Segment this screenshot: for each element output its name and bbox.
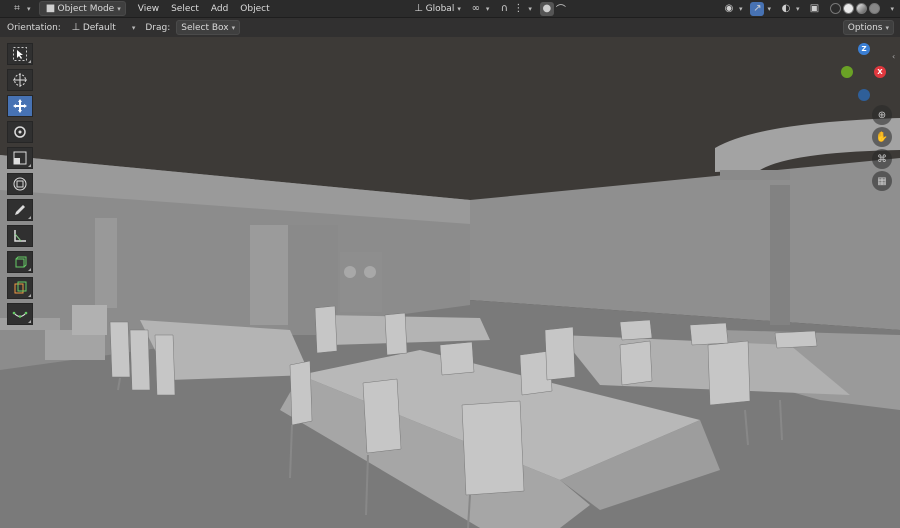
menu-select[interactable]: Select bbox=[165, 1, 205, 16]
options-dropdown[interactable]: Options ▾ bbox=[842, 20, 894, 35]
pencil-icon bbox=[15, 205, 25, 215]
rotate-tool[interactable] bbox=[7, 121, 33, 143]
measure-tool[interactable] bbox=[7, 225, 33, 247]
falloff-icon: ⌒ bbox=[555, 5, 566, 16]
link-icon: ∞ bbox=[471, 3, 481, 14]
ruler-icon bbox=[14, 230, 26, 242]
tool-shelf bbox=[7, 43, 35, 329]
drag-label: Drag: bbox=[145, 22, 171, 33]
mode-label: Object Mode bbox=[57, 3, 115, 14]
shading-modes[interactable] bbox=[825, 1, 883, 16]
add-object-tool[interactable] bbox=[7, 277, 33, 299]
rotate-icon bbox=[14, 126, 26, 138]
proportional-edit-icon: ● bbox=[539, 1, 554, 16]
move-icon bbox=[13, 99, 27, 113]
chevron-down-icon: ▾ bbox=[485, 4, 490, 13]
chevron-down-icon: ▾ bbox=[528, 4, 532, 13]
chevron-down-icon: ▾ bbox=[885, 23, 889, 32]
chevron-down-icon: ▾ bbox=[890, 4, 894, 13]
solid-shading-icon[interactable] bbox=[843, 3, 855, 14]
gizmo-toggle[interactable]: ↗ ▾ bbox=[746, 1, 775, 16]
chevron-down-icon: ▾ bbox=[231, 23, 236, 32]
overlays-icon: ◐ bbox=[781, 3, 791, 14]
add-cube-icon bbox=[15, 256, 27, 268]
gizmo-negative-z-axis[interactable] bbox=[858, 89, 870, 101]
chevron-down-icon: ▾ bbox=[131, 23, 136, 32]
snap-increment-icon: ⋮ bbox=[513, 3, 524, 14]
magnet-icon: ∩ bbox=[500, 3, 509, 14]
cursor-icon bbox=[13, 73, 27, 87]
proportional-edit-toggle[interactable]: ● ⌒ bbox=[536, 1, 572, 16]
scale-icon bbox=[13, 151, 27, 165]
menu-object[interactable]: Object bbox=[234, 1, 275, 16]
menu-view[interactable]: View bbox=[132, 1, 165, 16]
curve-tool[interactable] bbox=[7, 303, 33, 325]
menu-add[interactable]: Add bbox=[205, 1, 234, 16]
transform-tool[interactable] bbox=[7, 173, 33, 195]
extrude-icon bbox=[14, 281, 27, 294]
options-label: Options bbox=[847, 22, 883, 33]
gizmo-x-axis[interactable]: X bbox=[874, 66, 886, 78]
rendered-shading-icon[interactable] bbox=[869, 3, 881, 14]
wireframe-shading-icon[interactable] bbox=[830, 3, 842, 14]
chevron-down-icon: ▾ bbox=[117, 4, 121, 13]
zoom-icon[interactable]: ⊕ bbox=[872, 105, 892, 125]
material-shading-icon[interactable] bbox=[856, 3, 868, 14]
gizmo-y-axis[interactable] bbox=[841, 66, 853, 78]
3d-viewport[interactable]: ⌗ ▾ ■ Object Mode ▾ View Select Add Objec… bbox=[0, 0, 900, 528]
transform-icon bbox=[13, 177, 27, 191]
drag-dropdown[interactable]: Select Box ▾ bbox=[176, 20, 241, 35]
scale-tool[interactable] bbox=[7, 147, 33, 169]
transform-orientation-dropdown[interactable]: ⊥ Global ▾ bbox=[408, 1, 465, 16]
orientation-value: Global bbox=[425, 3, 455, 14]
overlays-toggle[interactable]: ◐ ▾ bbox=[775, 1, 804, 16]
gizmo-z-axis[interactable]: Z bbox=[858, 43, 870, 55]
camera-icon[interactable]: ⌘ bbox=[872, 149, 892, 169]
navigation-gizmo[interactable]: Z X bbox=[838, 43, 888, 103]
hand-icon[interactable]: ✋ bbox=[872, 127, 892, 147]
chevron-down-icon: ▾ bbox=[27, 4, 31, 13]
visibility-button[interactable]: ◉ ▾ bbox=[718, 1, 747, 16]
scene-render[interactable] bbox=[0, 0, 900, 528]
viewport-header: ⌗ ▾ ■ Object Mode ▾ View Select Add Objec… bbox=[0, 0, 900, 18]
shading-options-button[interactable]: ▾ bbox=[883, 1, 898, 16]
sidebar-toggle-icon[interactable]: ‹ bbox=[892, 52, 895, 61]
orientation-label: Orientation: bbox=[7, 22, 61, 33]
tool-settings-bar: Orientation: ⊥ Default ▾ Drag: Select Bo… bbox=[0, 18, 900, 37]
add-cube-tool[interactable] bbox=[7, 251, 33, 273]
grid-icon[interactable]: ▦ bbox=[872, 171, 892, 191]
annotate-tool[interactable] bbox=[7, 199, 33, 221]
eye-icon: ◉ bbox=[724, 3, 734, 14]
cursor-tool[interactable] bbox=[7, 69, 33, 91]
object-mode-icon: ■ bbox=[45, 3, 56, 14]
xray-icon: ▣ bbox=[809, 3, 820, 14]
curve-icon bbox=[12, 311, 28, 318]
chevron-down-icon: ▾ bbox=[767, 4, 771, 13]
snap-toggle[interactable]: ∩ ⋮ ▾ bbox=[493, 1, 536, 16]
orientation-dropdown[interactable]: ⊥ Default ▾ bbox=[65, 20, 140, 35]
orientation-icon: ⊥ bbox=[71, 22, 81, 33]
drag-dropdown-value: Select Box bbox=[181, 22, 229, 33]
gizmo-icon: ↗ bbox=[750, 1, 765, 16]
editor-type-button[interactable]: ⌗ ▾ bbox=[6, 1, 35, 16]
orientation-dropdown-value: Default bbox=[82, 22, 116, 33]
select-box-tool[interactable] bbox=[7, 43, 33, 65]
move-tool[interactable] bbox=[7, 95, 33, 117]
chevron-down-icon: ▾ bbox=[738, 4, 743, 13]
3d-viewport-icon: ⌗ bbox=[14, 3, 20, 14]
mode-selector[interactable]: ■ Object Mode ▾ bbox=[38, 1, 126, 16]
chevron-down-icon: ▾ bbox=[795, 4, 800, 13]
xray-toggle[interactable]: ▣ bbox=[803, 1, 825, 16]
axis-icon: ⊥ bbox=[414, 3, 423, 14]
chevron-down-icon: ▾ bbox=[457, 4, 461, 13]
viewport-navigation-buttons: ⊕ ✋ ⌘ ▦ bbox=[872, 105, 892, 193]
pivot-point-button[interactable]: ∞ ▾ bbox=[465, 1, 494, 16]
select-box-icon bbox=[13, 47, 27, 61]
